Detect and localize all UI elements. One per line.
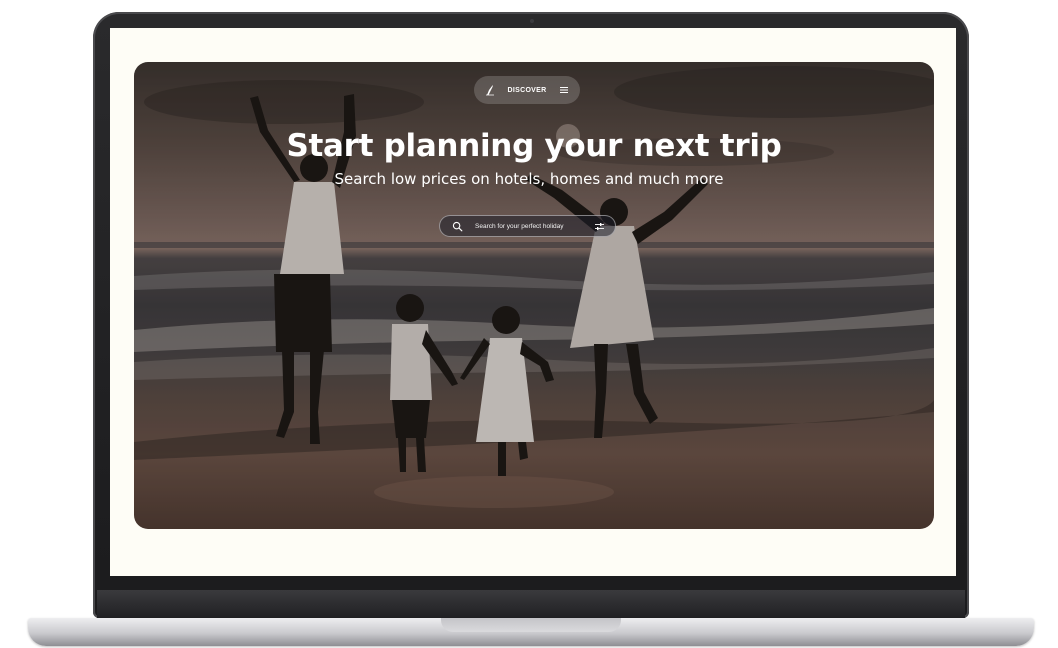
search-icon[interactable] xyxy=(452,221,463,232)
camera-icon xyxy=(530,19,534,23)
hero-subtitle: Search low prices on hotels, homes and m… xyxy=(334,170,724,188)
top-nav-pill: DISCOVER xyxy=(474,76,580,104)
search-bar[interactable] xyxy=(439,215,616,237)
paragliding-logo-icon[interactable] xyxy=(484,84,496,96)
filter-sliders-icon[interactable] xyxy=(594,221,605,232)
hero-title: Start planning your next trip xyxy=(286,128,782,164)
hero-section: DISCOVER Start planning your next trip S… xyxy=(134,62,934,529)
screen: DISCOVER Start planning your next trip S… xyxy=(110,28,956,576)
laptop-opening-notch xyxy=(441,618,621,632)
hamburger-menu-icon[interactable] xyxy=(558,84,570,96)
laptop-base xyxy=(28,618,1034,646)
laptop-mockup: DISCOVER Start planning your next trip S… xyxy=(0,0,1058,648)
nav-discover-link[interactable]: DISCOVER xyxy=(508,87,547,94)
laptop-lid-bottom-edge xyxy=(97,590,965,618)
search-input[interactable] xyxy=(475,219,594,233)
